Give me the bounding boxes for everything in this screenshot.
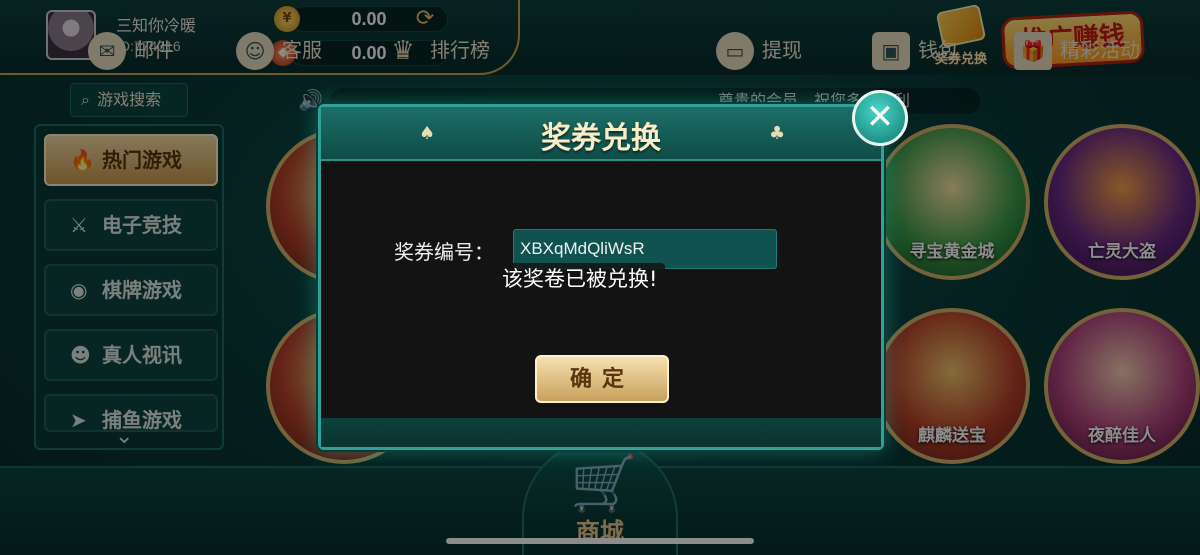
confirm-button[interactable]: 确定 bbox=[535, 355, 669, 403]
close-dialog-button[interactable]: ✕ bbox=[852, 90, 908, 146]
dialog-header: ♠ 奖券兑换 ♣ bbox=[321, 107, 881, 161]
dialog-footer-band bbox=[321, 418, 881, 447]
close-icon: ✕ bbox=[865, 97, 895, 137]
club-icon: ♣ bbox=[769, 123, 786, 144]
toast-message: 该奖卷已被兑换! bbox=[494, 263, 666, 295]
dialog-title: 奖券兑换 bbox=[541, 121, 661, 156]
voucher-code-label: 奖券编号： bbox=[394, 240, 494, 264]
